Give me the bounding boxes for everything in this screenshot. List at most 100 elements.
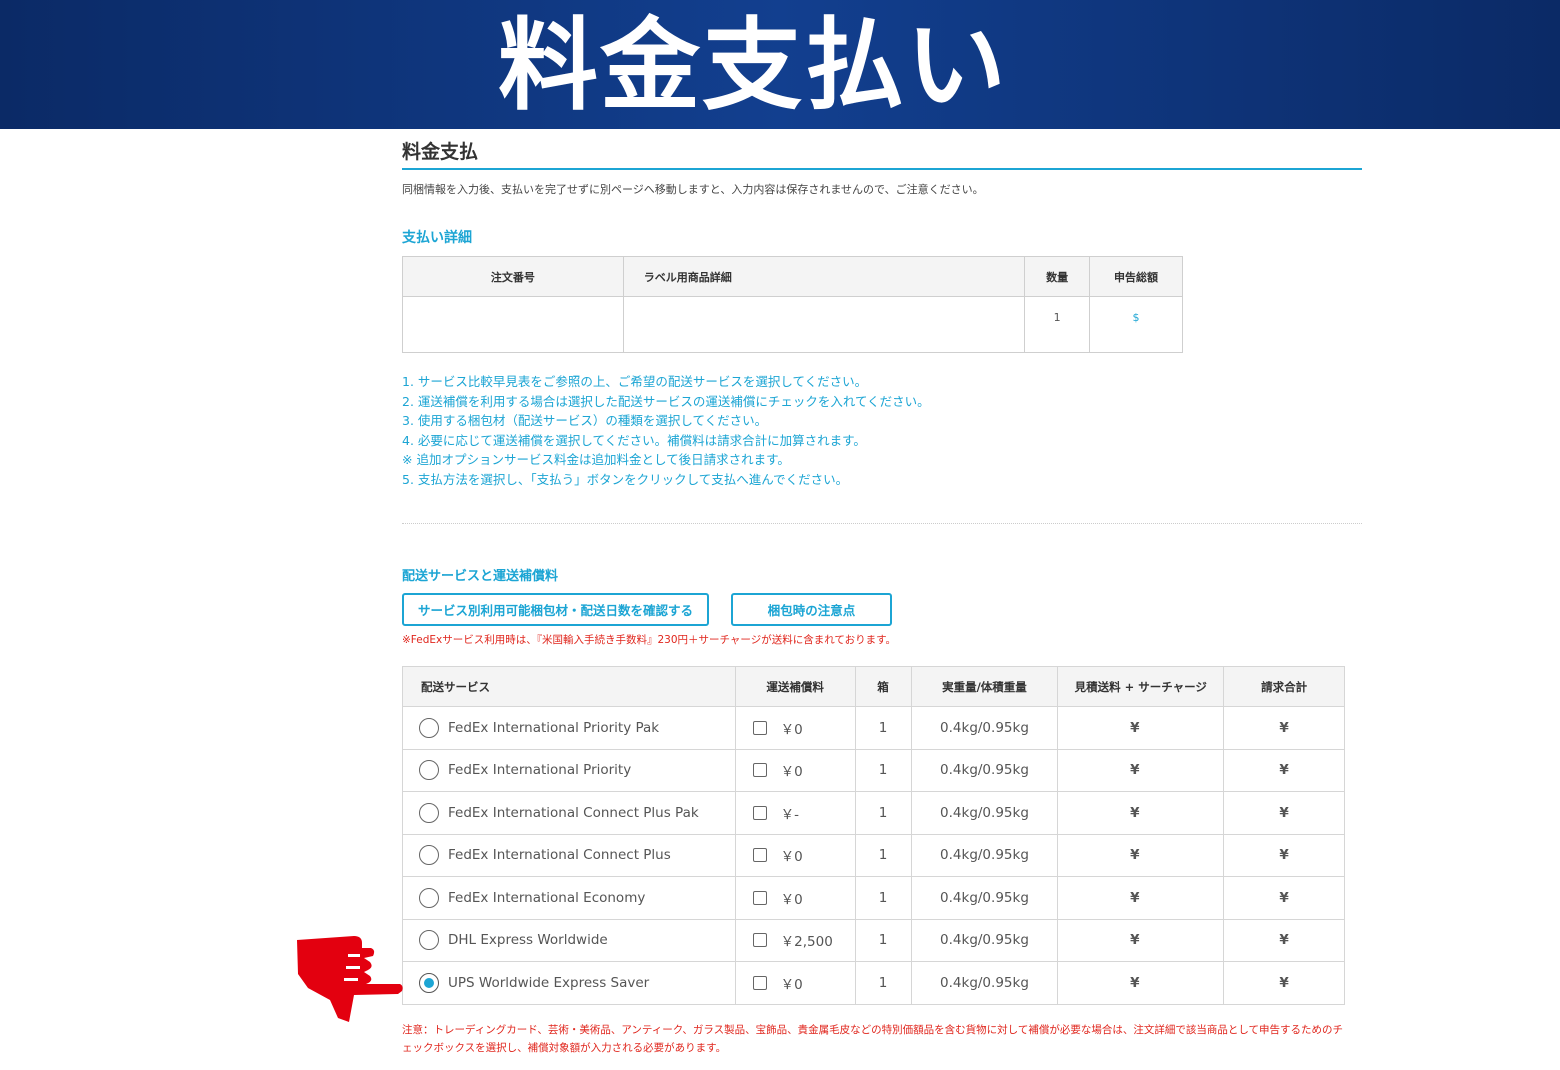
col-quantity: 数量 xyxy=(1024,256,1091,297)
insurance-cell: ￥0 xyxy=(734,833,856,877)
insurance-checkbox[interactable] xyxy=(752,890,767,905)
total-cell: ¥ xyxy=(1223,791,1345,835)
insurance-cell: ￥0 xyxy=(734,748,856,792)
step-item: 3. 使用する梱包材（配送サービス）の種類を選択してください。 xyxy=(402,413,768,429)
declared-total-cell: $ xyxy=(1089,296,1183,353)
step-item: ※ 追加オプションサービス料金は追加料金として後日請求されます。 xyxy=(402,452,790,468)
col-order-number: 注文番号 xyxy=(402,256,624,297)
table-row[interactable]: FedEx International Priority Pak ￥0 1 0.4kg… xyxy=(402,706,1345,750)
header-banner: 料金支払い xyxy=(0,0,1560,129)
service-name: FedEx International Connect Plus xyxy=(448,847,671,864)
service-cell: FedEx International Priority Pak xyxy=(402,706,736,750)
service-cell: UPS Worldwide Express Saver xyxy=(402,961,736,1005)
estimate-cell: ¥ xyxy=(1057,918,1225,962)
col-declared-total: 申告総額 xyxy=(1089,256,1183,297)
service-name: FedEx International Priority xyxy=(448,762,632,779)
table-row[interactable]: FedEx International Economy ￥0 1 0.4kg/0.95… xyxy=(402,876,1345,920)
col-service: 配送サービス xyxy=(402,666,736,707)
col-insurance: 運送補償料 xyxy=(734,666,856,707)
service-radio[interactable] xyxy=(419,802,439,823)
section-divider xyxy=(402,523,1362,524)
estimate-cell: ¥ xyxy=(1057,791,1225,835)
estimate-cell: ¥ xyxy=(1057,833,1225,877)
label-detail-cell xyxy=(622,296,1026,353)
table-row: 1 $ xyxy=(402,296,1183,353)
table-row[interactable]: UPS Worldwide Express Saver ￥0 1 0.4kg/0.95… xyxy=(402,961,1345,1005)
weight-cell: 0.4kg/0.95kg xyxy=(910,918,1059,962)
service-cell: FedEx International Priority xyxy=(402,748,736,792)
title-divider xyxy=(402,168,1362,170)
boxes-cell: 1 xyxy=(854,748,912,792)
col-boxes: 箱 xyxy=(854,666,912,707)
order-number-cell xyxy=(402,296,624,353)
weight-cell: 0.4kg/0.95kg xyxy=(910,706,1059,750)
service-cell: DHL Express Worldwide xyxy=(402,918,736,962)
insurance-checkbox[interactable] xyxy=(752,933,767,948)
boxes-cell: 1 xyxy=(854,706,912,750)
total-cell: ¥ xyxy=(1223,748,1345,792)
estimate-cell: ¥ xyxy=(1057,876,1225,920)
insurance-cell: ￥0 xyxy=(734,706,856,750)
step-item: 5. 支払方法を選択し、「支払う」ボタンをクリックして支払へ進んでください。 xyxy=(402,471,849,487)
special-value-note: 注意：トレーディングカード、芸術・美術品、アンティーク、ガラス製品、宝飾品、貴金… xyxy=(402,1024,1344,1054)
total-cell: ¥ xyxy=(1223,918,1345,962)
col-total: 請求合計 xyxy=(1223,666,1345,707)
service-cell: FedEx International Economy xyxy=(402,876,736,920)
weight-cell: 0.4kg/0.95kg xyxy=(910,876,1059,920)
page-title: 料金支払 xyxy=(402,141,479,163)
pointing-hand-icon xyxy=(297,936,403,1022)
col-label-detail: ラベル用商品詳細 xyxy=(622,256,1026,297)
insurance-checkbox[interactable] xyxy=(752,975,767,990)
payment-details-table: 注文番号 ラベル用商品詳細 数量 申告総額 1 $ xyxy=(402,256,1183,353)
shipping-heading: 配送サービスと運送補償料 xyxy=(402,569,559,584)
service-radio[interactable] xyxy=(419,717,439,738)
quantity-cell: 1 xyxy=(1024,296,1091,353)
service-radio[interactable] xyxy=(419,760,439,781)
weight-cell: 0.4kg/0.95kg xyxy=(910,833,1059,877)
service-name: FedEx International Economy xyxy=(448,889,646,906)
service-radio[interactable] xyxy=(419,930,439,951)
service-name: UPS Worldwide Express Saver xyxy=(448,974,650,991)
insurance-cell: ￥0 xyxy=(734,961,856,1005)
service-cell: FedEx International Connect Plus Pak xyxy=(402,791,736,835)
boxes-cell: 1 xyxy=(854,961,912,1005)
service-radio[interactable] xyxy=(419,845,439,866)
estimate-cell: ¥ xyxy=(1057,748,1225,792)
estimate-cell: ¥ xyxy=(1057,961,1225,1005)
service-radio[interactable] xyxy=(419,972,439,993)
shipping-service-table: 配送サービス 運送補償料 箱 実重量/体積重量 見積送料 + サーチャージ 請求… xyxy=(402,666,1345,1005)
total-cell: ¥ xyxy=(1223,876,1345,920)
payment-details-heading: 支払い詳細 xyxy=(402,230,472,246)
insurance-checkbox[interactable] xyxy=(752,720,767,735)
insurance-checkbox[interactable] xyxy=(752,848,767,863)
banner-title: 料金支払い xyxy=(498,7,1008,124)
service-radio[interactable] xyxy=(419,887,439,908)
table-row[interactable]: FedEx International Connect Plus ￥0 1 0.4kg… xyxy=(402,833,1345,877)
weight-cell: 0.4kg/0.95kg xyxy=(910,961,1059,1005)
insurance-fee: ￥0 xyxy=(780,849,803,866)
insurance-cell: ￥2,500 xyxy=(734,918,856,962)
service-name: FedEx International Connect Plus Pak xyxy=(448,804,699,821)
check-packaging-button[interactable]: サービス別利用可能梱包材・配送日数を確認する xyxy=(402,593,709,626)
table-row[interactable]: FedEx International Priority ￥0 1 0.4kg/0.9… xyxy=(402,748,1345,792)
insurance-fee: ￥0 xyxy=(780,721,803,738)
boxes-cell: 1 xyxy=(854,918,912,962)
table-row[interactable]: DHL Express Worldwide ￥2,500 1 0.4kg/0.95kg… xyxy=(402,918,1345,962)
insurance-checkbox[interactable] xyxy=(752,805,767,820)
col-estimate: 見積送料 + サーチャージ xyxy=(1057,666,1225,707)
boxes-cell: 1 xyxy=(854,876,912,920)
table-row[interactable]: FedEx International Connect Plus Pak ￥- 1 0… xyxy=(402,791,1345,835)
step-item: 2. 運送補償を利用する場合は選択した配送サービスの運送補償にチェックを入れてく… xyxy=(402,393,930,409)
insurance-cell: ￥0 xyxy=(734,876,856,920)
insurance-checkbox[interactable] xyxy=(752,763,767,778)
insurance-fee: ￥0 xyxy=(780,891,803,908)
weight-cell: 0.4kg/0.95kg xyxy=(910,748,1059,792)
boxes-cell: 1 xyxy=(854,833,912,877)
unsaved-notice: 同梱情報を入力後、支払いを完了せずに別ページへ移動しますと、入力内容は保存されま… xyxy=(402,183,984,196)
col-weight: 実重量/体積重量 xyxy=(910,666,1059,707)
insurance-fee: ￥- xyxy=(780,806,800,823)
packing-notes-button[interactable]: 梱包時の注意点 xyxy=(731,593,892,626)
total-cell: ¥ xyxy=(1223,961,1345,1005)
estimate-cell: ¥ xyxy=(1057,706,1225,750)
insurance-fee: ￥0 xyxy=(780,976,803,993)
